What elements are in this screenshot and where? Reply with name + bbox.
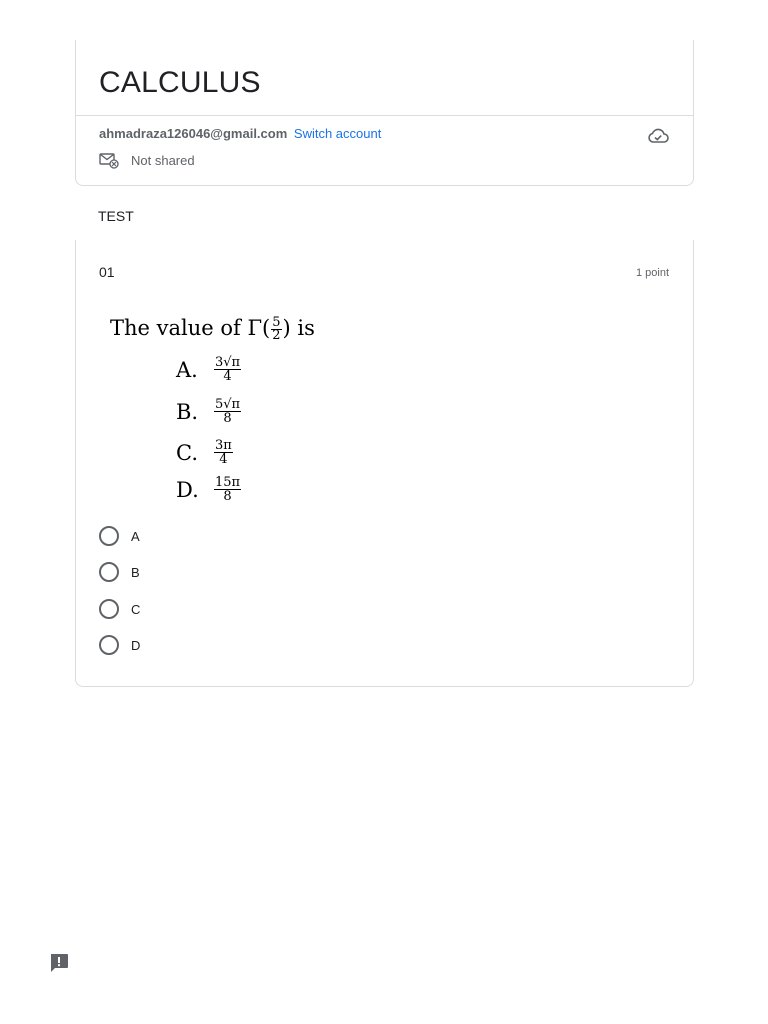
stem-suffix: ) is <box>282 316 315 340</box>
choice-d[interactable]: D <box>99 634 140 656</box>
question-number: 01 <box>99 264 115 280</box>
form-title: CALCULUS <box>99 66 261 99</box>
radio-button[interactable] <box>99 635 119 655</box>
choice-a[interactable]: A <box>99 525 140 547</box>
form-header-card: CALCULUS ahmadraza126046@gmail.com Switc… <box>75 40 694 186</box>
choice-label: D <box>131 637 141 653</box>
choice-label: C <box>131 601 141 617</box>
image-option-a: A. 3√π 4 <box>176 355 242 384</box>
question-image: The value of Γ(5 2) is A. 3√π 4 B. 5√π 8 C.… <box>110 312 350 512</box>
share-status-text: Not shared <box>131 152 195 168</box>
choice-b[interactable]: B <box>99 561 140 583</box>
image-option-c: C. 3π 4 <box>176 438 233 467</box>
report-problem-icon[interactable] <box>48 952 70 974</box>
choice-label: B <box>131 564 140 580</box>
choice-c[interactable]: C <box>99 598 140 620</box>
account-row: ahmadraza126046@gmail.com Switch account <box>99 126 381 141</box>
stem-prefix: The value of Γ( <box>110 316 271 340</box>
share-status-row: Not shared <box>99 151 195 169</box>
section-title: TEST <box>98 208 134 224</box>
image-option-d: D. 15π 8 <box>176 475 242 504</box>
question-card: 01 1 point The value of Γ(5 2) is A. 3√π 4… <box>75 240 694 687</box>
account-email: ahmadraza126046@gmail.com <box>99 126 288 141</box>
question-stem: The value of Γ(5 2) is <box>110 316 315 342</box>
choice-label: A <box>131 528 140 544</box>
cloud-saved-icon[interactable] <box>647 127 669 145</box>
image-option-b: B. 5√π 8 <box>176 397 242 426</box>
question-points: 1 point <box>635 267 669 279</box>
header-divider <box>76 115 693 116</box>
email-not-shared-icon <box>99 153 119 169</box>
stem-fraction: 52 <box>271 315 282 343</box>
radio-button[interactable] <box>99 526 119 546</box>
radio-button[interactable] <box>99 599 119 619</box>
switch-account-link[interactable]: Switch account <box>294 126 381 141</box>
radio-button[interactable] <box>99 562 119 582</box>
